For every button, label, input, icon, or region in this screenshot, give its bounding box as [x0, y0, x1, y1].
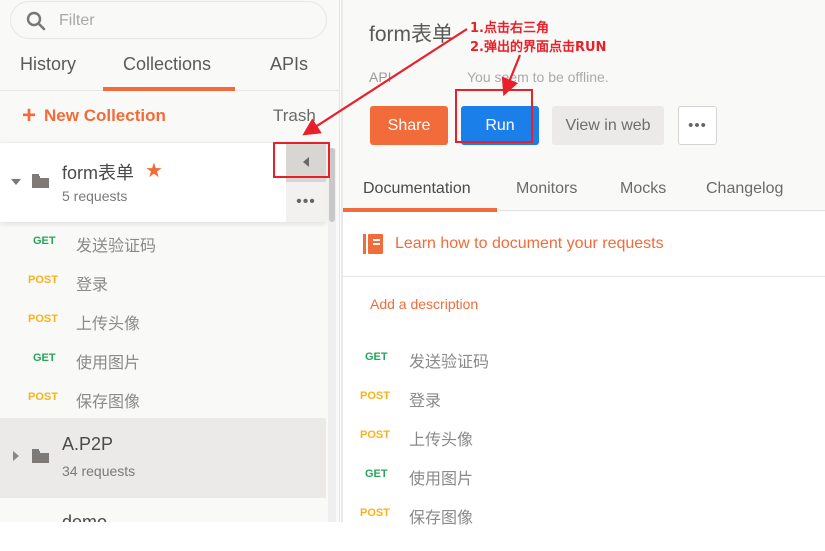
- request-item[interactable]: POST 保存图像: [343, 495, 825, 534]
- search-box[interactable]: [10, 1, 327, 39]
- caret-right-icon[interactable]: [13, 451, 19, 461]
- annotation-step-2: 2.弹出的界面点击RUN: [470, 40, 607, 55]
- learn-docs-link[interactable]: Learn how to document your requests: [363, 234, 664, 254]
- request-name: 发送验证码: [409, 354, 490, 371]
- collection-more-button[interactable]: •••: [286, 182, 326, 222]
- folder-icon: [32, 449, 49, 463]
- method-badge: POST: [360, 390, 390, 402]
- collection-count: 34 requests: [62, 463, 136, 479]
- collection-overview: form表单 API You seem to be offline. Share…: [341, 0, 825, 527]
- page-title: form表单: [369, 23, 453, 46]
- new-collection-button[interactable]: + New Collection: [22, 102, 166, 129]
- plus-icon: +: [22, 102, 37, 129]
- tab-collections[interactable]: Collections: [123, 54, 211, 75]
- request-name: 上传头像: [409, 432, 474, 449]
- request-name: 登录: [409, 393, 442, 410]
- request-name: 保存图像: [76, 394, 141, 411]
- method-badge: POST: [28, 313, 58, 325]
- request-item[interactable]: GET 发送验证码: [343, 339, 825, 378]
- sidebar: History Collections APIs + New Collectio…: [0, 0, 340, 522]
- request-name: 保存图像: [409, 510, 474, 527]
- collection-actions: + New Collection Trash: [0, 92, 340, 142]
- tab-apis[interactable]: APIs: [270, 54, 308, 75]
- collection-name: A.P2P: [62, 434, 114, 454]
- add-description-link[interactable]: Add a description: [370, 296, 478, 312]
- method-badge: GET: [33, 235, 56, 247]
- folder-icon: [32, 174, 49, 188]
- request-name: 登录: [76, 277, 109, 294]
- collection-demo[interactable]: demo: [62, 512, 107, 522]
- share-button[interactable]: Share: [370, 106, 448, 145]
- request-item[interactable]: GET 使用图片: [343, 456, 825, 495]
- annotation-highlight-run: [455, 89, 533, 143]
- request-item[interactable]: POST 登录: [0, 262, 326, 301]
- documentation-panel: Learn how to document your requests Add …: [343, 212, 825, 527]
- request-item[interactable]: POST 上传头像: [0, 301, 326, 340]
- tab-monitors[interactable]: Monitors: [516, 180, 577, 198]
- method-badge: POST: [360, 429, 390, 441]
- active-tab-indicator: [103, 87, 235, 91]
- offline-message: You seem to be offline.: [467, 69, 609, 85]
- collection-name: form表单: [62, 163, 134, 183]
- method-badge: POST: [28, 274, 58, 286]
- request-item[interactable]: GET 发送验证码: [0, 223, 326, 262]
- more-options-button[interactable]: •••: [678, 106, 717, 145]
- trash-button[interactable]: Trash: [273, 106, 316, 126]
- search-icon: [26, 11, 46, 31]
- new-collection-label: New Collection: [44, 106, 166, 125]
- request-item[interactable]: POST 登录: [343, 378, 825, 417]
- request-name: 使用图片: [409, 471, 474, 488]
- request-item[interactable]: POST 上传头像: [343, 417, 825, 456]
- tab-mocks[interactable]: Mocks: [620, 180, 666, 198]
- method-badge: GET: [365, 351, 388, 363]
- request-item[interactable]: GET 使用图片: [0, 340, 326, 379]
- annotation-highlight-expand: [273, 142, 330, 178]
- method-badge: GET: [365, 468, 388, 480]
- collection-ap2p[interactable]: A.P2P 34 requests: [0, 418, 326, 498]
- sidebar-tabs: History Collections APIs: [0, 44, 340, 91]
- request-name: 发送验证码: [76, 238, 157, 255]
- request-item[interactable]: POST 保存图像: [0, 379, 326, 418]
- learn-docs-label: Learn how to document your requests: [395, 235, 664, 252]
- tab-documentation[interactable]: Documentation: [363, 180, 471, 198]
- method-badge: POST: [28, 391, 58, 403]
- annotation-step-1: 1.点击右三角: [470, 21, 549, 36]
- divider: [343, 276, 825, 277]
- star-icon[interactable]: ★: [145, 158, 163, 183]
- search-input[interactable]: [59, 9, 309, 33]
- tab-changelog[interactable]: Changelog: [706, 180, 783, 198]
- api-label: API: [369, 69, 392, 85]
- request-name: 上传头像: [76, 316, 141, 333]
- caret-down-icon[interactable]: [11, 179, 21, 185]
- method-badge: POST: [360, 507, 390, 519]
- tab-history[interactable]: History: [20, 54, 76, 75]
- book-icon: [363, 234, 383, 254]
- view-in-web-button[interactable]: View in web: [552, 106, 664, 145]
- method-badge: GET: [33, 352, 56, 364]
- collection-count: 5 requests: [62, 188, 128, 204]
- request-name: 使用图片: [76, 355, 141, 372]
- main-tabs: Documentation Monitors Mocks Changelog: [343, 170, 825, 212]
